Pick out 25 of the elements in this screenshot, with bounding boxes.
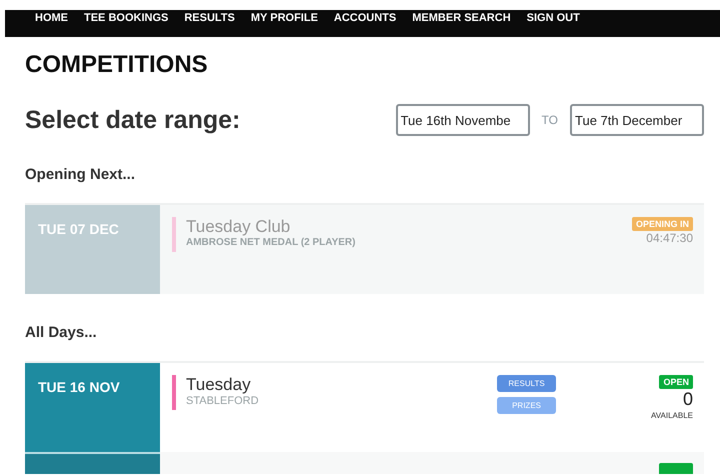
available-count: 0 [682, 389, 693, 409]
available-label: AVAILABLE [651, 411, 693, 420]
page-title: COMPETITIONS [25, 51, 209, 79]
section-heading: Opening Next... [25, 166, 136, 183]
nav-link[interactable]: MY PROFILE [242, 10, 326, 24]
nav-link[interactable]: MEMBER SEARCH [404, 10, 519, 24]
to-date-field[interactable]: Tue 7th December [570, 104, 704, 136]
nav-link[interactable]: RESULTS [176, 10, 243, 24]
date-range-label: Select date range: [25, 106, 240, 134]
event-title: Tuesday [186, 375, 252, 395]
event-format: AMBROSE NET MEDAL (2 PLAYER) [186, 237, 356, 248]
event-format: STABLEFORD [186, 395, 259, 407]
nav-link[interactable]: SIGN OUT [518, 10, 588, 24]
from-date-field[interactable]: Tue 16th Novembe [396, 104, 530, 136]
nav-link[interactable]: TEE BOOKINGS [76, 10, 176, 24]
status-badge: OPENING IN [632, 217, 693, 231]
nav-link[interactable]: ACCOUNTS [326, 10, 404, 24]
nav-link[interactable]: HOME [27, 10, 76, 24]
to-label: TO [542, 113, 558, 127]
status-badge: OPEN [659, 375, 693, 389]
event-date: TUE 16 NOV [38, 379, 120, 395]
event-title: Tuesday Club [186, 217, 292, 237]
countdown: 04:47:30 [646, 231, 693, 245]
event-date: TUE 07 DEC [38, 221, 119, 237]
section-heading: All Days... [25, 324, 98, 341]
